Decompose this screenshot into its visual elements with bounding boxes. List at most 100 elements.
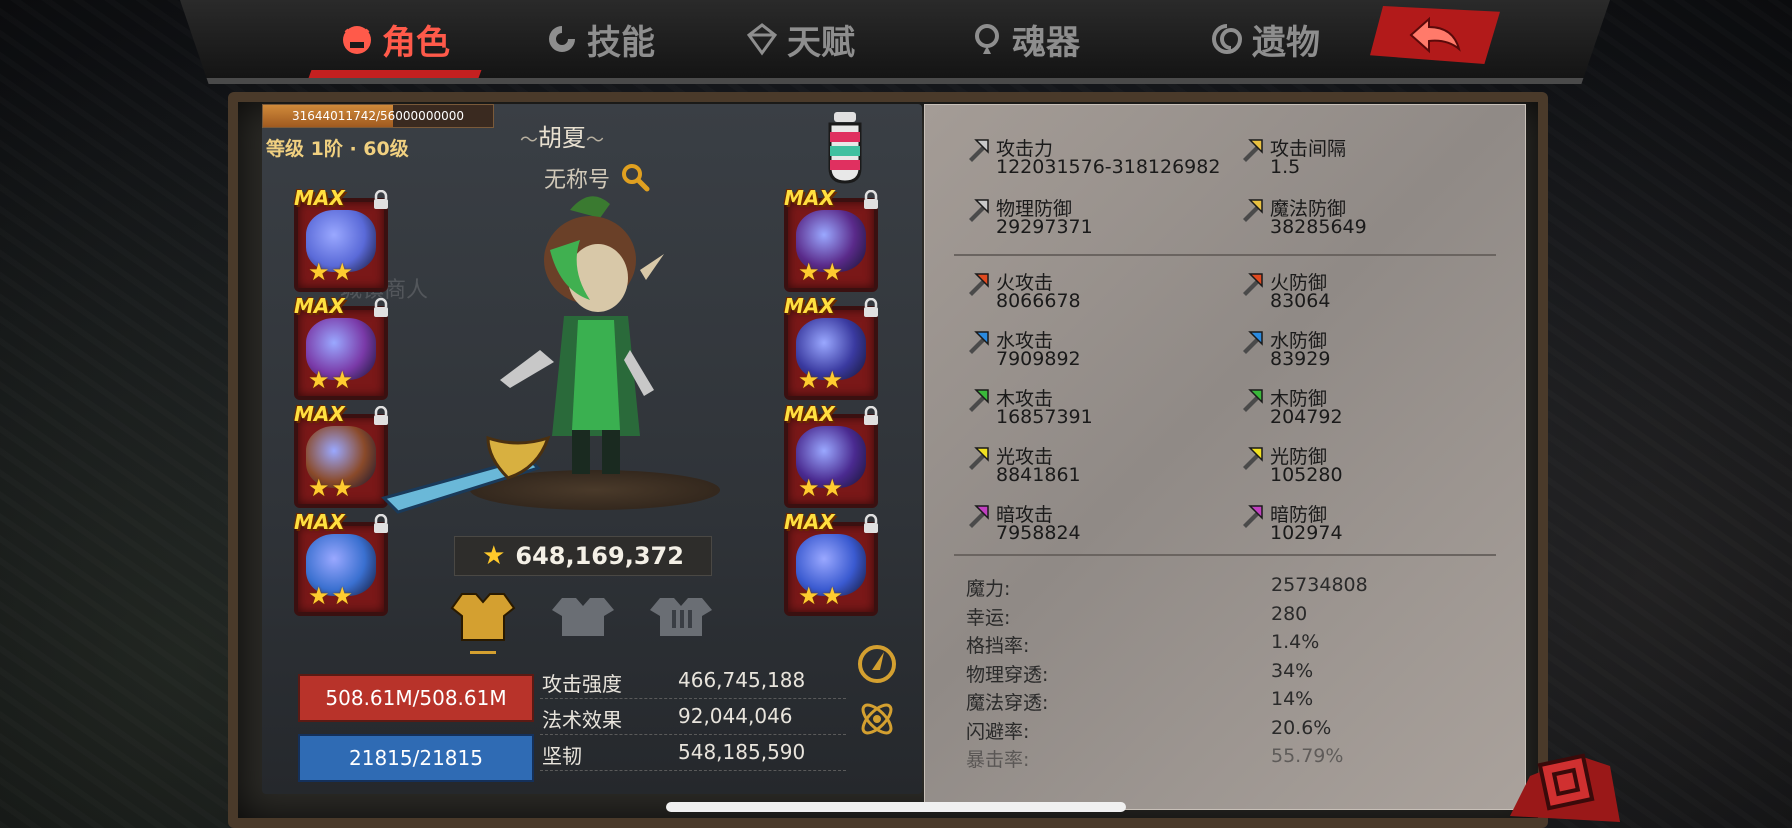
back-button[interactable] (1370, 6, 1500, 64)
equipment-slot-right-3[interactable]: MAX ★★ (784, 402, 878, 508)
xp-text: 31644011742/56000000000 (291, 109, 464, 123)
weapon-icon (381, 435, 551, 514)
xp-bar: 31644011742/56000000000 (262, 104, 494, 128)
star-rating: ★★ (798, 582, 846, 610)
misc-stat-label: 格挡率: (966, 635, 1030, 657)
lock-icon (374, 406, 388, 425)
lock-icon (374, 298, 388, 317)
tab-demon-face[interactable]: 角色 (340, 14, 450, 64)
max-badge: MAX (784, 510, 835, 534)
magic-shield-icon (1243, 199, 1263, 222)
misc-stat-value: 20.6% (1271, 716, 1332, 739)
lock-icon (864, 514, 878, 533)
tab-label: 魂器 (1012, 22, 1080, 63)
stat-value: 7909892 (996, 348, 1081, 370)
star-rating: ★★ (308, 258, 356, 286)
gear-set-tab-3[interactable] (646, 588, 716, 648)
mp-bar: 21815/21815 (298, 734, 534, 782)
stat-value: 102974 (1270, 522, 1343, 544)
combat-power-value: 648,169,372 (515, 542, 684, 570)
dark-attack-icon (969, 505, 989, 528)
equipment-slot-right-4[interactable]: MAX ★★ (784, 510, 878, 616)
water-defense-icon (1243, 331, 1263, 354)
light-defense-icon (1243, 447, 1263, 470)
max-badge: MAX (784, 402, 835, 426)
element-stat: 木防御 204792 (1240, 384, 1500, 434)
stat-value: 83064 (1270, 290, 1331, 312)
fire-attack-icon (969, 273, 989, 296)
star-rating: ★★ (798, 474, 846, 502)
sword-icon (969, 139, 989, 162)
light-attack-icon (969, 447, 989, 470)
misc-stat-value: 1.4% (1271, 631, 1320, 653)
core-stat-row: 法术效果 92,044,046 (540, 700, 846, 735)
orbit-button[interactable] (856, 696, 898, 742)
equipment-slot-right-2[interactable]: MAX ★★ (784, 294, 878, 400)
max-badge: MAX (784, 294, 835, 318)
potion-icon[interactable] (812, 106, 882, 186)
combat-power: ★ 648,169,372 (454, 536, 712, 576)
home-indicator[interactable] (666, 802, 1126, 812)
max-badge: MAX (294, 294, 345, 318)
tab-soul-vessel[interactable]: 魂器 (970, 14, 1080, 64)
misc-stat-row: 暴击率: 55.79% (966, 745, 1486, 773)
compass-icon (858, 645, 896, 683)
star-rating: ★★ (308, 582, 356, 610)
element-stat: 木攻击 16857391 (966, 384, 1226, 434)
misc-stat-row: 闪避率: 20.6% (966, 717, 1486, 745)
armor-set-2-icon (552, 598, 614, 636)
misc-stat-row: 魔法穿透: 14% (966, 688, 1486, 716)
stat-value: 8841861 (996, 464, 1081, 486)
tab-skill-swirl[interactable]: 技能 (545, 14, 655, 64)
level-label: 等级 1阶 · 60级 (266, 138, 409, 160)
armor-set-3-icon (650, 598, 712, 636)
misc-stat-label: 魔力: (966, 578, 1011, 600)
misc-stat-row: 物理穿透: 34% (966, 660, 1486, 688)
hp-bar: 508.61M/508.61M (298, 674, 534, 722)
misc-stat-label: 暴击率: (966, 749, 1030, 771)
star-rating: ★★ (798, 366, 846, 394)
equipment-slot-left-2[interactable]: MAX ★★ (294, 294, 388, 400)
stat-value: 122031576-318126982 (996, 156, 1221, 178)
tab-label: 技能 (587, 22, 655, 63)
stat-value: 8066678 (996, 290, 1081, 312)
name-right-flourish-icon: 〜 (586, 130, 604, 151)
gear-set-tab-1[interactable] (448, 588, 518, 654)
lock-icon (374, 190, 388, 209)
equipment-slot-left-1[interactable]: MAX ★★ (294, 186, 388, 292)
tab-relic-spiral[interactable]: 遗物 (1210, 14, 1320, 64)
demon-face-icon (340, 22, 374, 56)
bottom-right-menu-button[interactable] (1500, 736, 1620, 822)
tab-label: 角色 (382, 22, 450, 63)
max-badge: MAX (294, 186, 345, 210)
stat-value: 29297371 (996, 216, 1093, 238)
equipment-slot-left-3[interactable]: MAX ★★ (294, 402, 388, 508)
lock-icon (864, 190, 878, 209)
equipment-slot-left-4[interactable]: MAX ★★ (294, 510, 388, 616)
misc-stat-row: 格挡率: 1.4% (966, 631, 1486, 659)
stat-value: 83929 (1270, 348, 1331, 370)
max-badge: MAX (294, 510, 345, 534)
attribute-toggle-button[interactable] (856, 640, 898, 686)
main-stat: 攻击力 122031576-318126982 (966, 134, 1226, 184)
tab-label: 天赋 (787, 22, 855, 63)
misc-stat-row: 幸运: 280 (966, 603, 1486, 631)
equipment-slot-right-1[interactable]: MAX ★★ (784, 186, 878, 292)
gear-set-tab-2[interactable] (548, 588, 618, 648)
divider-2 (954, 554, 1496, 556)
tab-talent-gem[interactable]: 天赋 (745, 14, 855, 64)
element-stat: 暗攻击 7958824 (966, 500, 1226, 550)
core-stat-label: 法术效果 (542, 708, 622, 732)
misc-stat-value: 34% (1271, 659, 1314, 682)
misc-stat-value: 14% (1271, 688, 1314, 710)
misc-stat-value: 25734808 (1271, 574, 1368, 596)
element-stat: 暗防御 102974 (1240, 500, 1500, 550)
core-stat-label: 攻击强度 (542, 672, 622, 696)
misc-stat-label: 物理穿透: (966, 663, 1049, 686)
core-stat-value: 466,745,188 (678, 668, 806, 692)
shield-sword-icon (969, 199, 989, 222)
misc-stat-label: 魔法穿透: (966, 692, 1049, 714)
character-name-text: 胡夏 (538, 124, 586, 152)
stat-value: 7958824 (996, 522, 1081, 544)
misc-stat-label: 幸运: (966, 606, 1011, 629)
